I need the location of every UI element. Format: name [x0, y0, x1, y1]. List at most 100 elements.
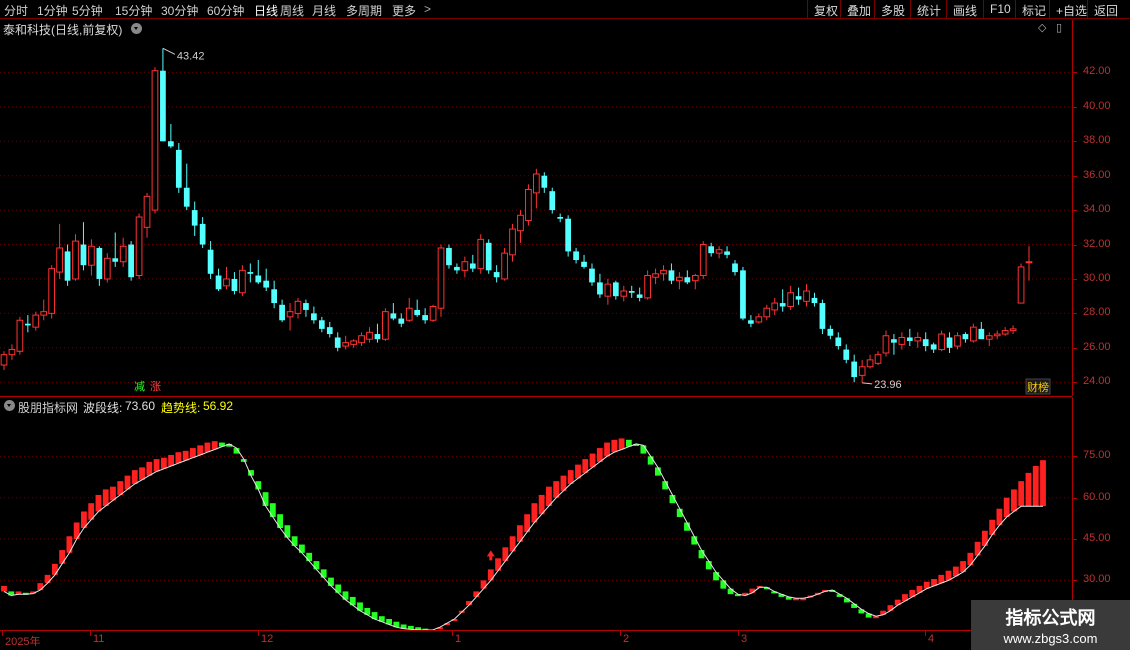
candle-body-up	[858, 366, 866, 376]
period-0[interactable]: 分时	[4, 2, 28, 19]
indicator-bar	[698, 550, 705, 559]
toolbar-button-7[interactable]: +自选	[1049, 0, 1087, 19]
indicator-bar	[262, 492, 269, 506]
price-tick	[1073, 244, 1077, 246]
wave-value: 73.60	[125, 399, 156, 413]
candle-body-down	[255, 275, 262, 283]
price-tick	[1073, 175, 1077, 177]
toolbar-button-3[interactable]: 统计	[910, 0, 946, 19]
indicator-bar	[1025, 472, 1032, 507]
candle-body-down	[374, 334, 381, 340]
toolbar-button-8[interactable]: 返回	[1087, 0, 1130, 19]
toolbar-button-6[interactable]: 标记	[1015, 0, 1049, 19]
candle-body-down	[303, 303, 309, 310]
toolbar-button-4[interactable]: 画线	[946, 0, 983, 19]
candle-body-up	[48, 268, 56, 314]
candle-body-down	[398, 318, 405, 324]
indicator-bar	[604, 442, 610, 457]
candle-body-down	[446, 247, 452, 266]
period-2[interactable]: 5分钟	[72, 2, 103, 19]
period-9[interactable]: 多周期	[346, 2, 382, 19]
period-5[interactable]: 60分钟	[207, 2, 244, 19]
indicator-bar	[139, 467, 145, 480]
candle-body-up	[88, 245, 95, 266]
candle-body-up	[8, 349, 16, 356]
candle-body-up	[405, 307, 413, 321]
badge-increase: 涨	[150, 380, 161, 393]
candle-body-up	[533, 173, 540, 194]
indicator-bar	[131, 470, 138, 484]
wave-label: 波段线:	[83, 401, 123, 415]
candle-body-up	[16, 319, 24, 352]
candle-body-down	[160, 70, 166, 142]
indicator-tick	[1073, 580, 1077, 582]
candle-body-up	[985, 335, 993, 340]
candle-body-up	[970, 326, 977, 342]
indicator-bar	[153, 459, 160, 472]
price-tick	[1073, 347, 1077, 349]
date-label-1: 11	[93, 633, 105, 645]
period-4[interactable]: 30分钟	[161, 2, 198, 19]
candle-body-down	[589, 268, 595, 283]
badge-finance: 财榜	[1027, 380, 1049, 394]
panel-divider[interactable]	[0, 396, 1072, 397]
candle-body-down	[493, 272, 500, 278]
candle-body-up	[223, 278, 230, 287]
candle-body-down	[851, 361, 858, 378]
price-label-6: 30.00	[1083, 271, 1111, 284]
indicator-bar	[277, 514, 284, 529]
indicator-chart[interactable]	[0, 415, 1072, 630]
panel-icon[interactable]: ▯	[1056, 21, 1062, 34]
indicator-bar	[1018, 481, 1025, 507]
date-label-0: 2025年	[5, 636, 41, 648]
date-axis: 2025年 11 12 1 2 3 4	[0, 630, 1072, 650]
indicator-bar	[102, 489, 109, 506]
indicator-bar	[1, 585, 7, 592]
candle-body-down	[454, 266, 460, 271]
candlestick-chart[interactable]: 43.42 23.96 减涨 财榜	[0, 38, 1072, 396]
date-tick	[620, 631, 621, 636]
toolbar-button-2[interactable]: 多股	[874, 0, 910, 19]
candle-body-down	[668, 270, 675, 281]
indicator-bar	[175, 452, 182, 464]
indicator-bar	[480, 580, 487, 589]
high-pointer	[162, 47, 176, 55]
candle-body-down	[485, 242, 492, 271]
candle-body-down	[930, 344, 937, 350]
candle-body-up	[32, 314, 40, 328]
candle-body-up	[40, 311, 48, 316]
toolbar-button-5[interactable]: F10	[983, 0, 1015, 19]
date-label-5: 3	[741, 633, 748, 645]
candle-body-up	[914, 336, 922, 342]
period-8[interactable]: 月线	[312, 2, 336, 19]
chevron-down-icon[interactable]	[4, 400, 15, 411]
diamond-icon[interactable]: ◇	[1038, 21, 1046, 34]
date-tick	[90, 631, 91, 636]
indicator-bar	[160, 457, 167, 469]
indicator-axis-label-3: 30.00	[1083, 573, 1111, 586]
toolbar-button-0[interactable]: 复权	[807, 0, 840, 19]
indicator-axis: 75.00 60.00 45.00 30.00	[1072, 397, 1130, 630]
candle-body-down	[740, 270, 746, 319]
price-tick	[1073, 382, 1077, 384]
period-6[interactable]: 日线	[254, 2, 278, 19]
main-chart-header: 泰和科技(日线,前复权) ◇ ▯	[0, 20, 1070, 38]
candle-body-up	[644, 275, 651, 299]
period-7[interactable]: 周线	[280, 2, 304, 19]
period-10[interactable]: 更多	[392, 2, 416, 19]
date-label-3: 1	[455, 633, 462, 645]
candle-body-down	[128, 244, 134, 278]
candle-body-up	[691, 275, 699, 282]
candle-body-up	[286, 311, 294, 318]
indicator-bar	[611, 439, 618, 453]
toolbar-button-1[interactable]: 叠加	[840, 0, 874, 19]
chevron-down-icon[interactable]	[131, 23, 142, 34]
candle-body-up	[501, 252, 508, 280]
period-1[interactable]: 1分钟	[37, 2, 68, 19]
indicator-bar	[291, 536, 298, 546]
candle-body-down	[581, 261, 587, 267]
more-arrow-icon[interactable]: >	[424, 2, 431, 16]
period-3[interactable]: 15分钟	[115, 2, 152, 19]
indicator-bar	[487, 569, 494, 581]
candle-body-down	[708, 246, 715, 254]
